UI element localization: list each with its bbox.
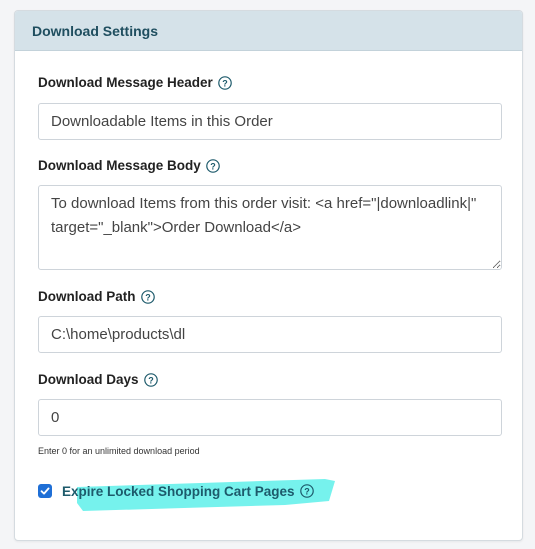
download-settings-panel: Download Settings Download Message Heade… <box>14 10 523 541</box>
question-circle-icon[interactable]: ? <box>218 75 232 90</box>
message-body-label-text: Download Message Body <box>38 158 201 173</box>
svg-text:?: ? <box>148 375 154 385</box>
question-circle-icon[interactable]: ? <box>140 289 155 304</box>
question-circle-icon[interactable]: ? <box>205 158 220 173</box>
expire-locked-row: Expire Locked Shopping Cart Pages ? <box>38 481 314 501</box>
panel-header: Download Settings <box>15 11 522 51</box>
download-path-input[interactable] <box>38 316 502 353</box>
message-header-input[interactable] <box>38 103 502 140</box>
question-circle-icon[interactable]: ? <box>143 372 158 387</box>
expire-locked-label[interactable]: Expire Locked Shopping Cart Pages ? <box>62 484 314 499</box>
panel-title: Download Settings <box>32 22 158 39</box>
svg-text:?: ? <box>222 78 228 88</box>
download-path-label-text: Download Path <box>38 289 136 304</box>
download-days-label: Download Days ? <box>38 372 158 387</box>
svg-text:?: ? <box>304 486 310 496</box>
message-header-label-text: Download Message Header <box>38 75 213 90</box>
message-body-textarea[interactable]: To download Items from this order visit:… <box>38 185 502 270</box>
message-body-label: Download Message Body ? <box>38 158 220 173</box>
expire-locked-checkbox[interactable] <box>38 484 52 498</box>
expire-locked-label-text: Expire Locked Shopping Cart Pages <box>62 483 295 499</box>
download-path-label: Download Path ? <box>38 289 155 304</box>
question-circle-icon[interactable]: ? <box>299 484 314 498</box>
download-days-input[interactable] <box>38 399 502 436</box>
svg-text:?: ? <box>145 292 151 302</box>
svg-text:?: ? <box>210 161 216 171</box>
checkmark-icon <box>40 487 50 495</box>
download-days-hint: Enter 0 for an unlimited download period <box>38 446 200 456</box>
message-header-label: Download Message Header ? <box>38 75 232 90</box>
download-days-label-text: Download Days <box>38 372 139 387</box>
